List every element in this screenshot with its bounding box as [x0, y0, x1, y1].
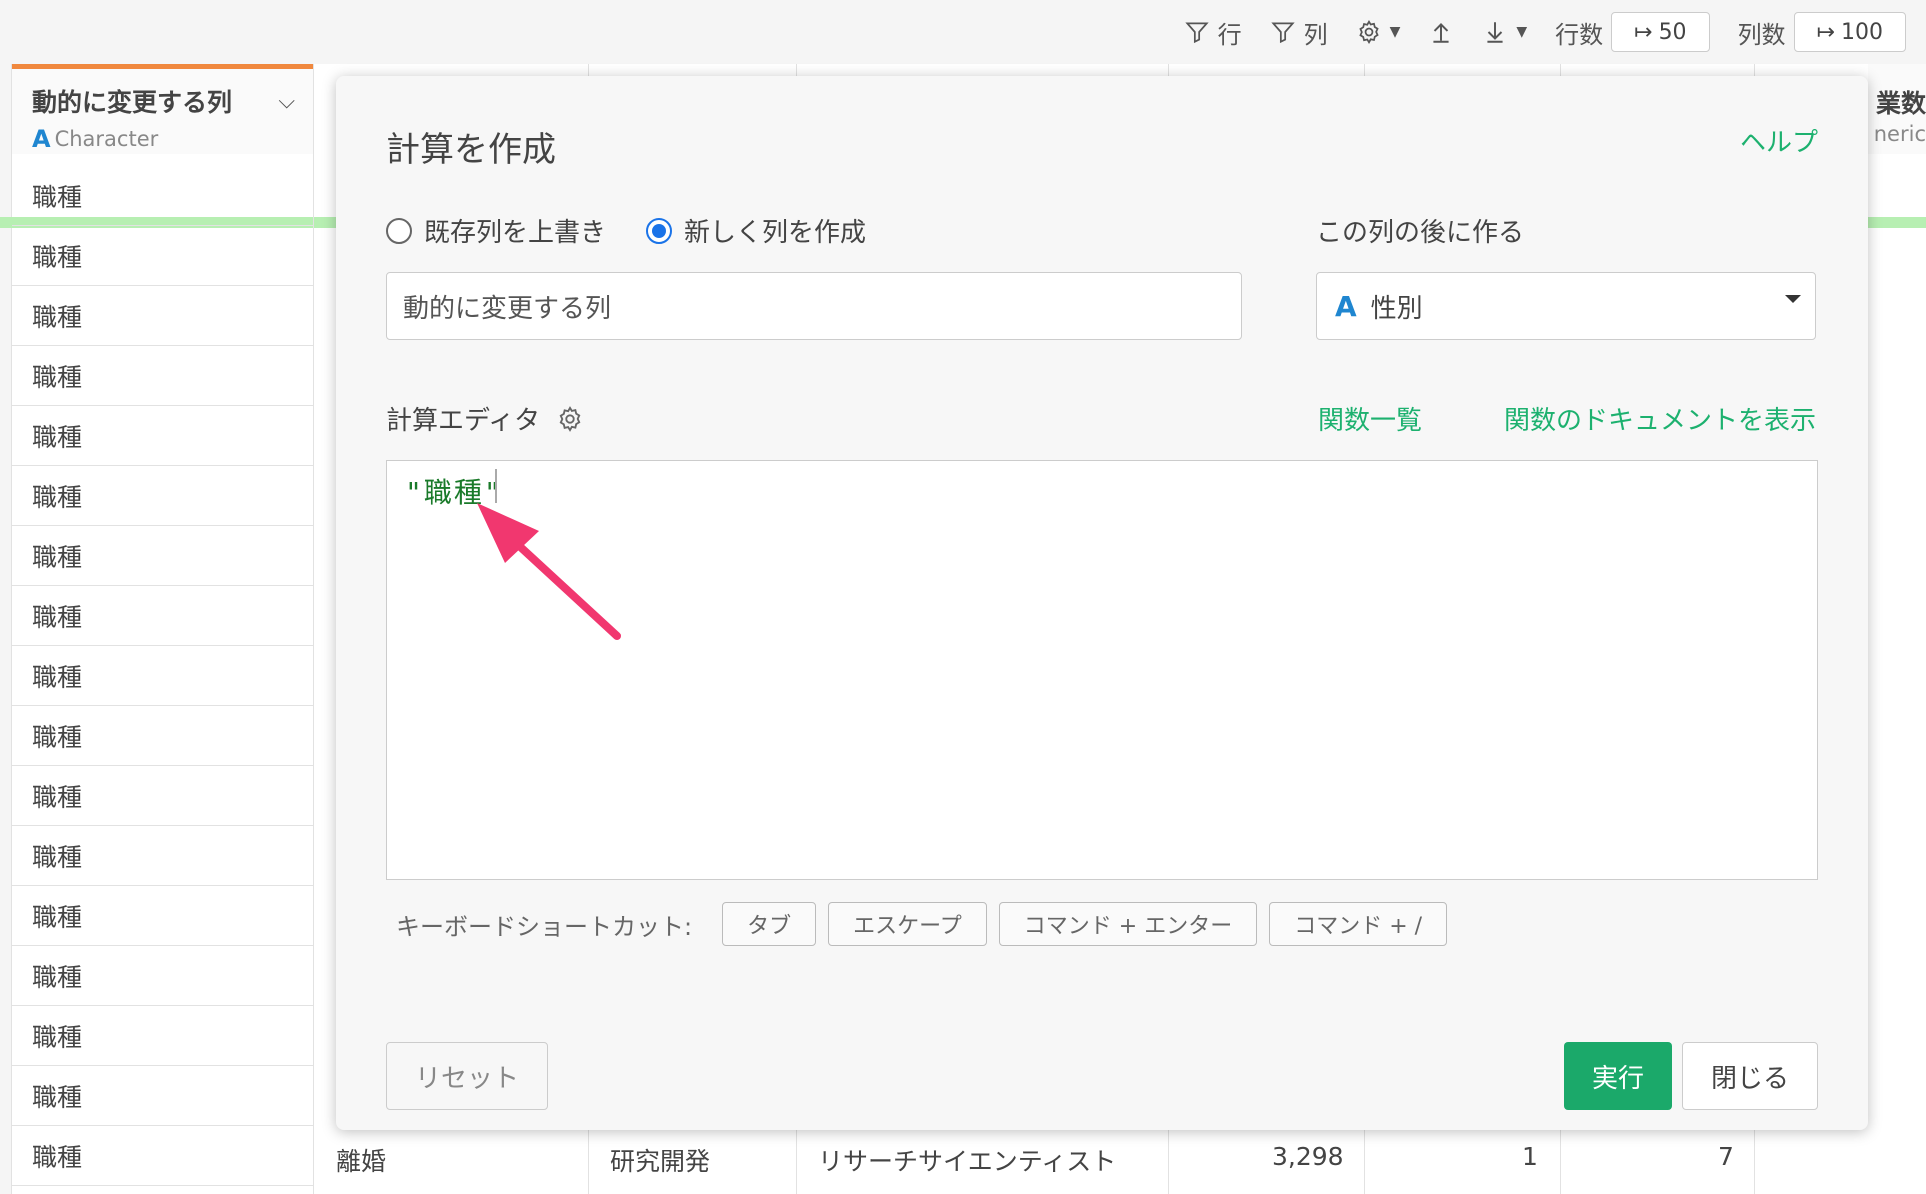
filter-icon: [1184, 22, 1209, 44]
table-cell: 職種: [12, 226, 313, 286]
radio-create-new-label: 新しく列を作成: [684, 218, 867, 248]
table-cell: 職種: [12, 706, 313, 766]
table-row: 離婚 研究開発 リサーチサイエンティスト 3,298 1 7: [314, 1126, 1926, 1186]
arrow-up-icon: [1433, 23, 1449, 43]
table-cell: 職種: [12, 286, 313, 346]
column-type-label: neric: [1873, 122, 1926, 146]
table-cell: 職種: [12, 1006, 313, 1066]
table-cell: 職種: [12, 886, 313, 946]
column-type-label: Character: [54, 127, 159, 151]
column-header[interactable]: 動的に変更する列 A Character ⌵: [12, 64, 313, 154]
table-cell: 職種: [12, 466, 313, 526]
character-type-icon: A: [1335, 289, 1357, 323]
cols-value: 100: [1841, 19, 1883, 45]
table-cell: 1: [1522, 1142, 1538, 1171]
table-cell: 職種: [12, 946, 313, 1006]
run-button[interactable]: 実行: [1564, 1042, 1672, 1110]
new-column-name-input[interactable]: [386, 272, 1242, 340]
download-button[interactable]: ▼: [1482, 19, 1527, 45]
keyboard-shortcuts: キーボードショートカット: タブ エスケープ コマンド + エンター コマンド …: [396, 902, 1448, 946]
radio-create-new[interactable]: 新しく列を作成: [646, 212, 866, 249]
column-type: A Character: [32, 125, 293, 153]
cols-label: 列数: [1737, 20, 1786, 49]
table-cell: 3,298: [1272, 1142, 1344, 1171]
arrow-right-bar-icon: ↦: [1634, 19, 1653, 45]
close-button[interactable]: 閉じる: [1682, 1042, 1818, 1110]
annotation-arrow-icon: [477, 503, 621, 640]
radio-circle[interactable]: [386, 217, 412, 244]
function-list-link[interactable]: 関数一覧: [1318, 400, 1422, 437]
table-cell: 職種: [12, 1066, 313, 1126]
editor-label: 計算エディタ: [386, 406, 541, 436]
cols-control: 列数 ↦ 100: [1738, 12, 1906, 52]
filter-row-button[interactable]: 行: [1184, 15, 1242, 50]
table-cell: 職種: [12, 826, 313, 886]
rows-value: 50: [1658, 19, 1687, 45]
column-title: 動的に変更する列: [32, 88, 233, 117]
table-cell: 研究開発: [610, 1147, 711, 1176]
gear-icon[interactable]: [556, 405, 584, 433]
grid-column-dynamic: 動的に変更する列 A Character ⌵ 職種 職種 職種 職種 職種 職種…: [12, 64, 314, 1194]
upload-button[interactable]: [1428, 19, 1454, 45]
filter-col-label: 列: [1303, 20, 1328, 49]
table-cell: 離婚: [336, 1147, 387, 1176]
top-toolbar: 行 列 ▼ ▼ 行数 ↦ 50 列数 ↦ 100: [0, 0, 1926, 64]
calculation-editor[interactable]: "職種": [386, 460, 1818, 880]
reset-button[interactable]: リセット: [386, 1042, 548, 1110]
shortcut-key: コマンド + /: [1269, 902, 1448, 946]
table-cell: 職種: [12, 586, 313, 646]
shortcut-key: コマンド + エンター: [998, 902, 1258, 946]
table-cell: 7: [1718, 1142, 1734, 1171]
table-cell: 職種: [12, 346, 313, 406]
insert-after-select[interactable]: A 性別: [1316, 272, 1816, 340]
table-cell: 職種: [12, 1126, 313, 1186]
filter-col-button[interactable]: 列: [1270, 15, 1328, 50]
filter-row-label: 行: [1217, 20, 1242, 49]
table-cell: リサーチサイエンティスト: [818, 1147, 1117, 1176]
table-cell: 職種: [12, 526, 313, 586]
settings-menu-button[interactable]: ▼: [1356, 19, 1401, 45]
rows-input[interactable]: ↦ 50: [1611, 12, 1710, 52]
gear-icon: [1358, 20, 1379, 44]
radio-overwrite[interactable]: 既存列を上書き: [386, 212, 606, 249]
arrow-down-icon: [1487, 22, 1503, 43]
chevron-down-icon[interactable]: ⌵: [278, 89, 295, 114]
cols-input[interactable]: ↦ 100: [1793, 12, 1906, 52]
create-calculation-dialog: 計算を作成 ヘルプ 既存列を上書き 新しく列を作成 この列の後に作る A 性別 …: [336, 76, 1868, 1130]
mode-radio-group: 既存列を上書き 新しく列を作成: [386, 212, 866, 249]
function-docs-link[interactable]: 関数のドキュメントを表示: [1504, 400, 1816, 437]
column-header-partial[interactable]: 業数 neric: [1868, 64, 1926, 154]
radio-overwrite-label: 既存列を上書き: [424, 218, 607, 248]
rows-label: 行数: [1555, 20, 1604, 49]
rows-control: 行数 ↦ 50: [1555, 12, 1710, 52]
insert-after-value: 性別: [1370, 293, 1423, 324]
editor-label-group: 計算エディタ: [386, 400, 584, 437]
column-title: 業数: [1875, 89, 1926, 118]
arrow-right-bar-icon: ↦: [1816, 19, 1835, 45]
help-link[interactable]: ヘルプ: [1740, 122, 1818, 159]
shortcut-key: タブ: [722, 902, 817, 946]
caret-down-icon: ▼: [1389, 24, 1401, 40]
character-type-icon: A: [32, 125, 51, 153]
insert-after-label: この列の後に作る: [1316, 218, 1525, 248]
radio-circle-checked[interactable]: [646, 217, 673, 244]
shortcut-label: キーボードショートカット:: [396, 912, 693, 941]
shortcut-key: エスケープ: [828, 902, 987, 946]
table-cell: 職種: [12, 166, 313, 226]
dialog-title: 計算を作成: [386, 130, 556, 170]
table-cell: 職種: [12, 406, 313, 466]
filter-icon: [1270, 22, 1295, 44]
table-cell: 職種: [12, 766, 313, 826]
table-cell: 職種: [12, 646, 313, 706]
caret-down-icon: [1785, 295, 1801, 303]
caret-down-icon: ▼: [1516, 24, 1528, 40]
row-gutter: [0, 64, 12, 1194]
